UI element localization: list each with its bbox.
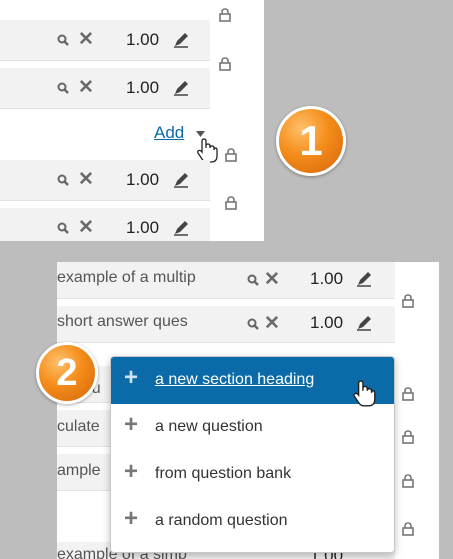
add-menu-link[interactable]: Add: [154, 123, 184, 143]
magnifier-icon[interactable]: [247, 274, 259, 286]
question-name[interactable]: short answer ques: [57, 313, 245, 331]
question-name[interactable]: example of a multip: [57, 269, 245, 287]
question-row: ✕ 1.00: [0, 208, 210, 241]
plus-icon: +: [124, 458, 139, 485]
delete-icon[interactable]: ✕: [78, 30, 94, 49]
pencil-icon[interactable]: [172, 79, 190, 97]
magnifier-icon[interactable]: [57, 34, 69, 46]
lock-icon[interactable]: [401, 294, 415, 308]
pencil-icon[interactable]: [172, 219, 190, 237]
magnifier-icon[interactable]: [57, 222, 69, 234]
question-row: ✕ 1.00: [0, 20, 210, 61]
delete-icon[interactable]: ✕: [78, 218, 94, 237]
caret-down-icon[interactable]: [196, 131, 205, 137]
delete-icon[interactable]: ✕: [264, 270, 280, 289]
lock-icon[interactable]: [401, 522, 415, 536]
max-mark-value: 1.00: [126, 30, 160, 49]
panel-step-1: ✕ 1.00 ✕ 1.00 Add ✕ 1.00 ✕ 1.00: [0, 0, 264, 241]
plus-icon: +: [124, 411, 139, 438]
menu-item-from-question-bank[interactable]: + from question bank: [111, 451, 394, 498]
pencil-icon[interactable]: [355, 314, 373, 332]
lock-icon[interactable]: [224, 148, 238, 162]
question-name[interactable]: ample: [57, 462, 117, 480]
lock-icon[interactable]: [401, 474, 415, 488]
lock-icon[interactable]: [401, 387, 415, 401]
max-mark-value: 1.00: [310, 313, 344, 332]
question-row: example of a multip ✕ 1.00: [57, 262, 395, 299]
step-2-badge: 2: [36, 342, 98, 404]
lock-icon[interactable]: [218, 57, 232, 71]
pencil-icon[interactable]: [172, 31, 190, 49]
menu-item-label: a new section heading: [155, 371, 315, 388]
question-row: ✕ 1.00: [0, 160, 210, 201]
lock-icon[interactable]: [224, 196, 238, 210]
plus-icon: +: [124, 364, 139, 391]
question-name[interactable]: culate: [57, 418, 117, 436]
magnifier-icon[interactable]: [57, 82, 69, 94]
delete-icon[interactable]: ✕: [78, 170, 94, 189]
delete-icon[interactable]: ✕: [78, 78, 94, 97]
menu-item-label: a new question: [155, 418, 263, 435]
menu-item-random-question[interactable]: + a random question: [111, 498, 394, 545]
pencil-icon[interactable]: [172, 171, 190, 189]
menu-item-label: a random question: [155, 512, 288, 529]
max-mark-value: 1.00: [310, 269, 344, 288]
menu-item-label: from question bank: [155, 465, 292, 482]
step-1-badge: 1: [276, 106, 346, 176]
lock-icon[interactable]: [401, 430, 415, 444]
plus-icon: +: [124, 505, 139, 532]
max-mark-value: 1.00: [126, 78, 160, 97]
hand-pointer-icon: [353, 380, 376, 407]
magnifier-icon[interactable]: [57, 174, 69, 186]
max-mark-value: 1.00: [126, 218, 160, 237]
lock-icon[interactable]: [218, 8, 232, 22]
delete-icon[interactable]: ✕: [264, 314, 280, 333]
menu-item-new-question[interactable]: + a new question: [111, 404, 394, 451]
magnifier-icon[interactable]: [247, 318, 259, 330]
question-row: ✕ 1.00: [0, 68, 210, 109]
pencil-icon[interactable]: [355, 270, 373, 288]
max-mark-value: 1.00: [126, 170, 160, 189]
question-row: short answer ques ✕ 1.00: [57, 306, 395, 343]
